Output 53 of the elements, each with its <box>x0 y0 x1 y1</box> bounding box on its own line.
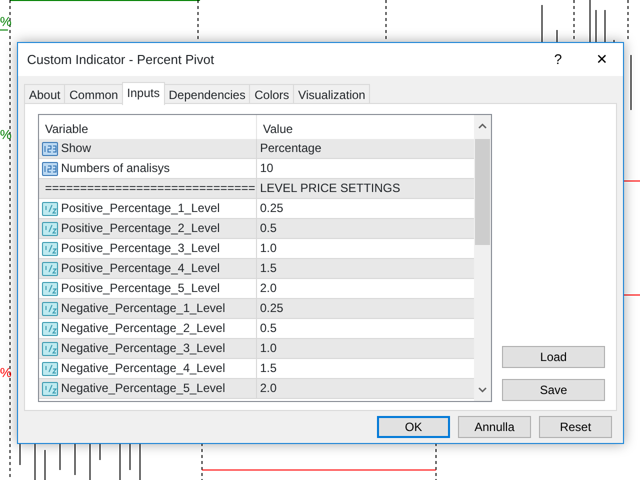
variable-name: Negative_Percentage_1_Level <box>61 301 226 316</box>
chart-label: % <box>0 15 12 28</box>
number-type-icon <box>42 322 58 336</box>
number-type-icon <box>42 202 58 216</box>
variable-name: Show <box>61 141 92 156</box>
number-type-icon <box>42 242 58 256</box>
load-button[interactable]: Load <box>502 346 605 368</box>
variable-name: Negative_Percentage_2_Level <box>61 321 226 336</box>
variable-name: Positive_Percentage_3_Level <box>61 241 220 256</box>
value-cell[interactable]: 1.5 <box>257 259 475 278</box>
number-type-icon <box>42 302 58 316</box>
value-cell[interactable]: 2.0 <box>257 379 475 398</box>
tab[interactable]: Visualization <box>293 84 370 105</box>
variable-name: Negative_Percentage_5_Level <box>61 381 226 396</box>
dialog-button[interactable]: Reset <box>539 416 612 438</box>
value-cell[interactable]: 0.5 <box>257 219 475 238</box>
value-cell[interactable]: 0.5 <box>257 319 475 338</box>
value-cell[interactable]: 1.0 <box>257 339 475 358</box>
variable-name: Positive_Percentage_1_Level <box>61 201 220 216</box>
number-type-icon <box>42 342 58 356</box>
value-cell[interactable]: 0.25 <box>257 199 475 218</box>
variable-name: Negative_Percentage_3_Level <box>61 341 226 356</box>
scroll-thumb[interactable] <box>475 139 490 245</box>
save-button[interactable]: Save <box>502 379 605 401</box>
variable-name: ============================== <box>45 181 256 196</box>
help-button[interactable]: ? <box>543 49 573 70</box>
number-type-icon <box>42 262 58 276</box>
value-cell[interactable]: 2.0 <box>257 279 475 298</box>
number-type-icon <box>42 282 58 296</box>
window-title: Custom Indicator - Percent Pivot <box>27 50 216 69</box>
tab[interactable]: Inputs <box>122 82 165 105</box>
variable-name: Negative_Percentage_4_Level <box>61 361 226 376</box>
value-cell[interactable]: 1.0 <box>257 239 475 258</box>
value-cell[interactable]: 10 <box>257 159 475 178</box>
number-type-icon <box>42 362 58 376</box>
close-button[interactable]: ✕ <box>587 49 617 70</box>
number-type-icon <box>42 142 58 156</box>
value-cell[interactable]: 1.5 <box>257 359 475 378</box>
chart-label: % <box>0 366 12 379</box>
variable-name: Positive_Percentage_5_Level <box>61 281 220 296</box>
variable-name: Numbers of analisys <box>61 161 170 176</box>
variable-name: Positive_Percentage_4_Level <box>61 261 220 276</box>
chart-label: % <box>0 128 12 141</box>
number-type-icon <box>42 222 58 236</box>
value-cell[interactable]: Percentage <box>257 139 475 158</box>
scrollbar[interactable] <box>474 115 491 401</box>
variable-name: Positive_Percentage_2_Level <box>61 221 220 236</box>
dialog-button[interactable]: Annulla <box>458 416 531 438</box>
number-type-icon <box>42 382 58 396</box>
value-cell[interactable]: LEVEL PRICE SETTINGS <box>257 179 475 198</box>
dialog-button[interactable]: OK <box>377 416 450 438</box>
number-type-icon <box>42 162 58 176</box>
value-cell[interactable]: 0.25 <box>257 299 475 318</box>
